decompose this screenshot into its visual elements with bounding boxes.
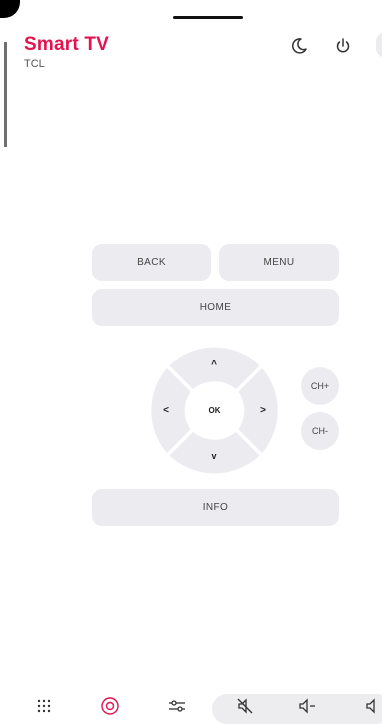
home-button[interactable]: HOME	[92, 289, 339, 326]
dpad-up-button[interactable]: ^	[204, 354, 224, 374]
menu-button[interactable]: MENU	[219, 244, 339, 281]
dpad-icon[interactable]	[99, 695, 121, 717]
channel-up-button[interactable]: CH+	[301, 367, 339, 405]
channel-down-button[interactable]: CH-	[301, 412, 339, 450]
screen-corner	[0, 0, 20, 18]
app-header: Smart TV TCL	[24, 34, 109, 70]
back-button[interactable]: BACK	[92, 244, 211, 281]
dpad-down-button[interactable]: v	[204, 446, 224, 466]
info-button[interactable]: INFO	[92, 489, 339, 526]
bottom-nav	[0, 690, 382, 724]
page-title: Smart TV	[24, 34, 110, 55]
dpad-left-button[interactable]: <	[156, 400, 176, 420]
power-icon[interactable]	[333, 36, 353, 56]
moon-icon[interactable]	[289, 36, 309, 56]
status-bar-notch	[173, 16, 243, 19]
volume-down-icon[interactable]	[296, 695, 318, 717]
keypad-icon[interactable]	[33, 695, 55, 717]
volume-up-icon[interactable]	[363, 695, 382, 717]
overflow-button[interactable]	[376, 32, 382, 58]
dpad-right-button[interactable]: >	[253, 400, 273, 420]
settings-sliders-icon[interactable]	[166, 695, 188, 717]
dpad: ^ > v < OK	[146, 342, 283, 479]
edge-indicator	[4, 42, 7, 147]
device-brand: TCL	[24, 58, 45, 70]
ok-button[interactable]: OK	[194, 390, 235, 431]
mute-icon[interactable]	[234, 695, 256, 717]
